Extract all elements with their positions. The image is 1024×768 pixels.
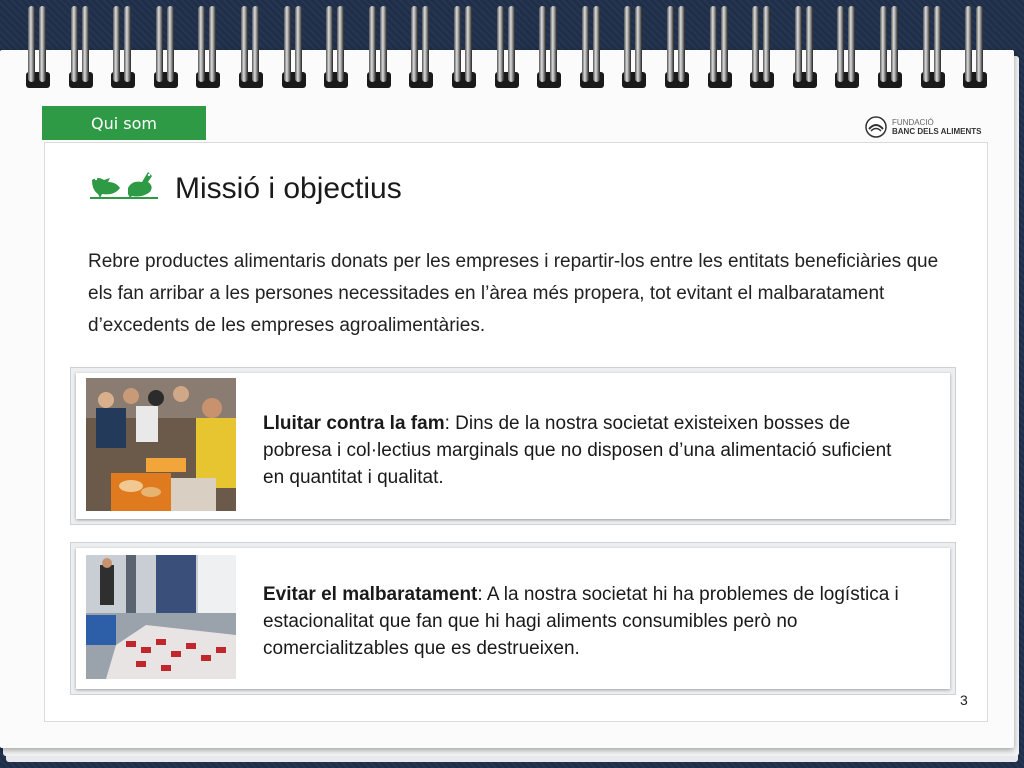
binding-ring: [536, 6, 562, 90]
binding-ring: [323, 6, 349, 90]
binding-ring: [451, 6, 477, 90]
logo-text: FUNDACIÓ BANC DELS ALIMENTS: [892, 118, 981, 136]
binding-ring: [195, 6, 221, 90]
binding-ring: [749, 6, 775, 90]
binding-ring: [664, 6, 690, 90]
logo-icon: [865, 116, 887, 138]
intro-paragraph: Rebre productes alimentaris donats per l…: [88, 251, 939, 336]
logo-line-2: BANC DELS ALIMENTS: [892, 127, 982, 136]
spiral-binding: [0, 0, 1024, 92]
binding-ring: [153, 6, 179, 90]
binding-ring: [877, 6, 903, 90]
food-distribution-photo: [86, 378, 236, 511]
page-number: 3: [960, 692, 968, 708]
card-heading: Lluitar contra la fam: [263, 413, 445, 434]
binding-ring: [25, 6, 51, 90]
binding-ring: [920, 6, 946, 90]
binding-ring: [494, 6, 520, 90]
section-tab-label: Qui som: [91, 113, 157, 133]
warehouse-photo: [86, 555, 236, 679]
binding-ring: [707, 6, 733, 90]
binding-ring: [238, 6, 264, 90]
logo: FUNDACIÓ BANC DELS ALIMENTS: [864, 112, 982, 142]
binding-ring: [792, 6, 818, 90]
binding-ring: [834, 6, 860, 90]
objective-card: Evitar el malbaratament: A la nostra soc…: [70, 542, 956, 695]
card-text: Lluitar contra la fam: Dins de la nostra…: [263, 410, 913, 491]
binding-ring: [366, 6, 392, 90]
card-text: Evitar el malbaratament: A la nostra soc…: [263, 581, 913, 662]
page-title: Missió i objectius: [175, 172, 402, 205]
binding-ring: [621, 6, 647, 90]
binding-ring: [68, 6, 94, 90]
card-heading: Evitar el malbaratament: [263, 584, 478, 605]
section-tab[interactable]: Qui som: [42, 106, 206, 140]
binding-ring: [408, 6, 434, 90]
binding-ring: [281, 6, 307, 90]
objective-card: Lluitar contra la fam: Dins de la nostra…: [70, 367, 956, 525]
logo-line-1: FUNDACIÓ: [892, 118, 934, 127]
binding-ring: [579, 6, 605, 90]
binding-ring: [110, 6, 136, 90]
birds-icon: [90, 172, 158, 199]
binding-ring: [962, 6, 988, 90]
title-icon-wrap: [88, 168, 160, 202]
